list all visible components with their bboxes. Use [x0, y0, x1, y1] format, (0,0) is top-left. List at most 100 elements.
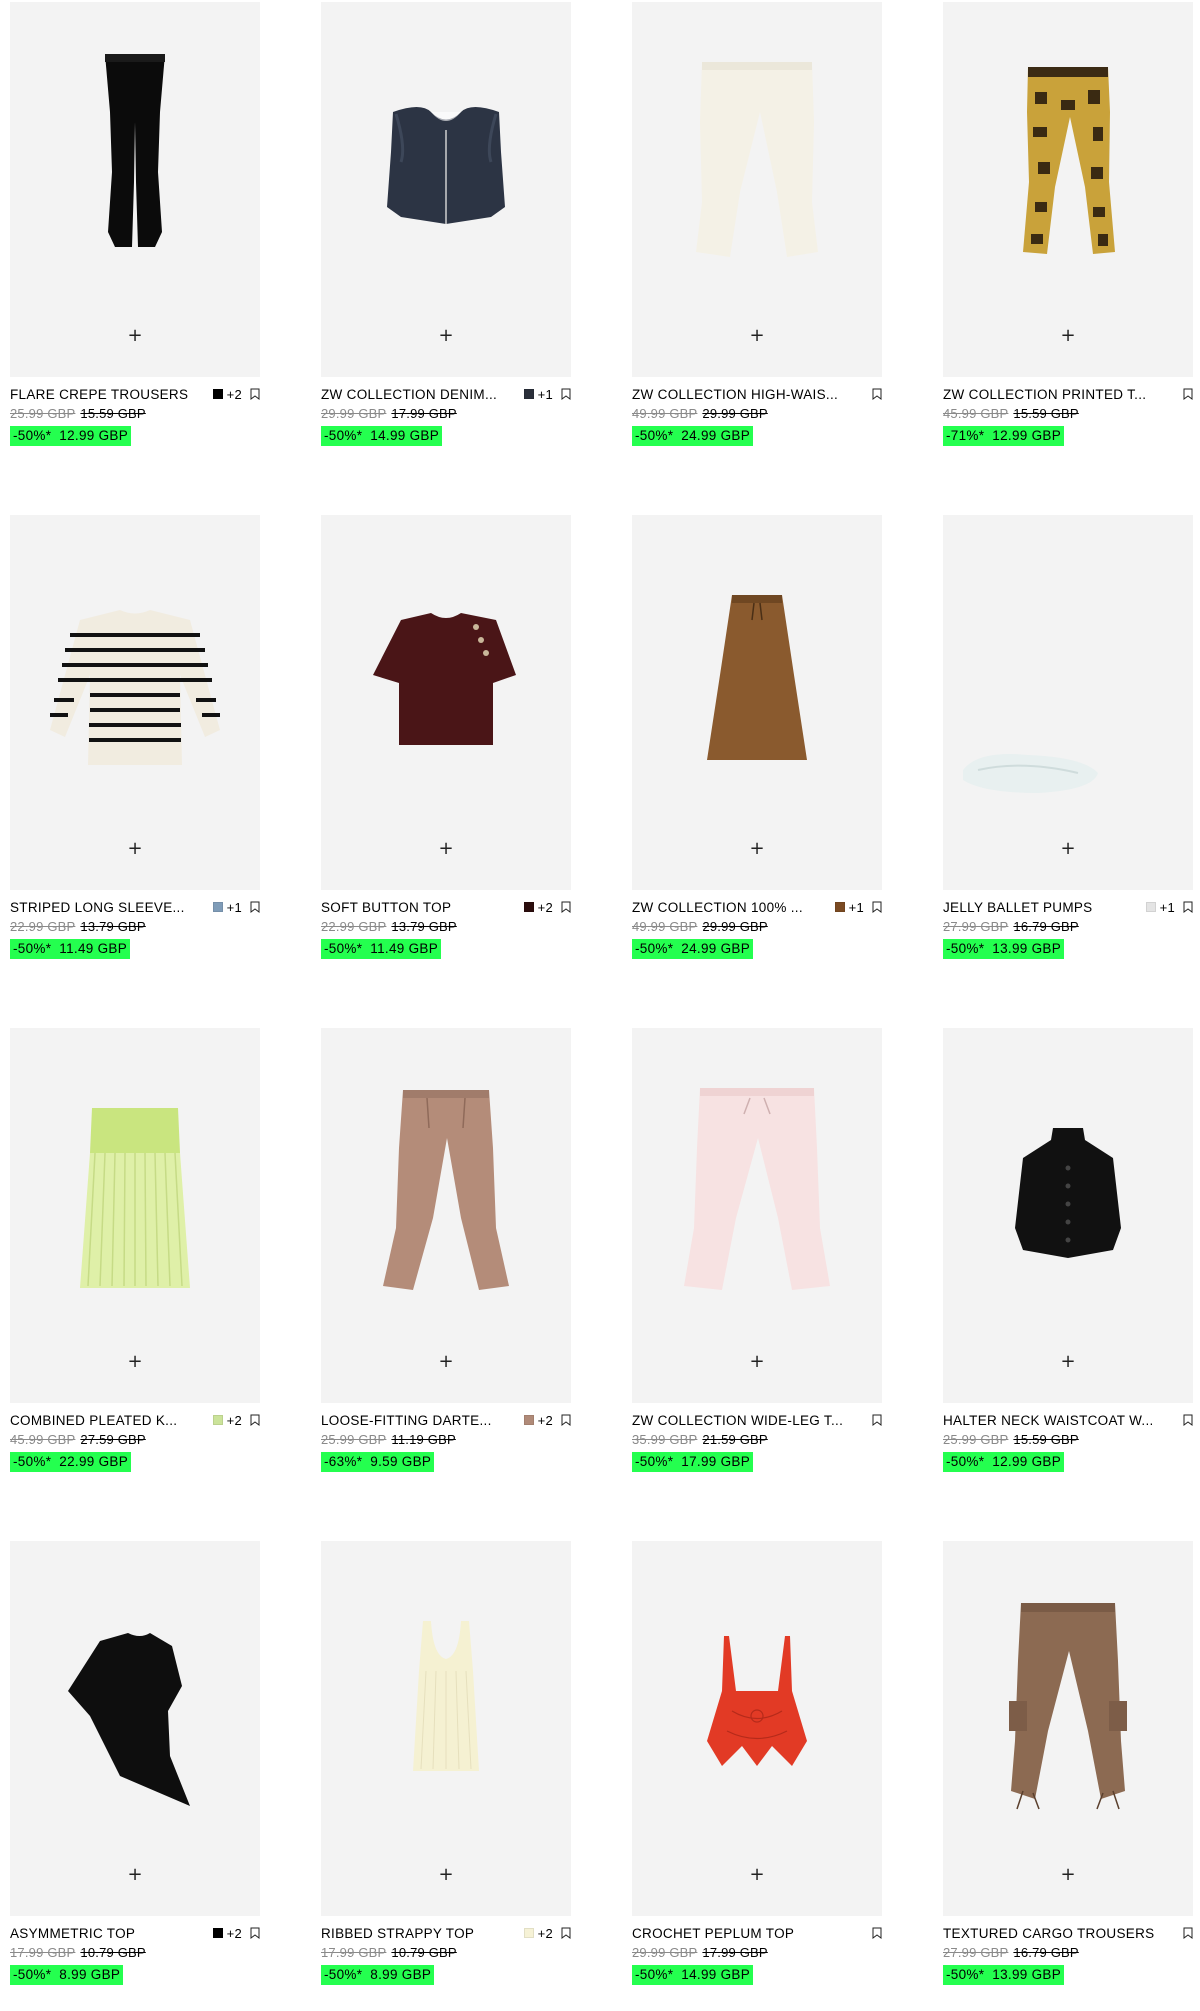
add-to-bag-button[interactable]: + — [434, 1863, 458, 1887]
add-to-bag-button[interactable]: + — [1056, 1863, 1080, 1887]
color-swatches[interactable]: +1 — [523, 387, 553, 402]
bookmark-icon[interactable] — [561, 1927, 571, 1939]
add-to-bag-button[interactable]: + — [745, 324, 769, 348]
bookmark-icon[interactable] — [250, 901, 260, 913]
add-to-bag-button[interactable]: + — [434, 837, 458, 861]
product-title[interactable]: LOOSE-FITTING DARTE... — [321, 1413, 518, 1428]
product-image[interactable]: + — [10, 1028, 260, 1403]
add-to-bag-button[interactable]: + — [1056, 324, 1080, 348]
color-swatches[interactable]: +2 — [212, 1413, 242, 1428]
color-swatches[interactable]: +1 — [212, 900, 242, 915]
product-card[interactable]: + TEXTURED CARGO TROUSERS 27.99 GBP 16.79 G… — [943, 1541, 1193, 2011]
color-swatches[interactable]: +2 — [212, 387, 242, 402]
product-card[interactable]: + SOFT BUTTON TOP +2 22.99 GBP 13.79 GBP -50%… — [321, 515, 571, 985]
bookmark-icon[interactable] — [872, 1927, 882, 1939]
add-to-bag-button[interactable]: + — [123, 324, 147, 348]
add-to-bag-button[interactable]: + — [434, 1350, 458, 1374]
product-card[interactable]: + RIBBED STRAPPY TOP +2 17.99 GBP 10.79 GBP -… — [321, 1541, 571, 2011]
product-card[interactable]: + CROCHET PEPLUM TOP 29.99 GBP 17.99 GBP -50… — [632, 1541, 882, 2011]
color-swatch[interactable] — [212, 902, 223, 912]
color-swatches[interactable]: +1 — [834, 900, 864, 915]
add-to-bag-button[interactable]: + — [123, 1350, 147, 1374]
product-image[interactable]: + — [632, 2, 882, 377]
more-colors-count[interactable]: +1 — [538, 387, 553, 402]
more-colors-count[interactable]: +2 — [227, 1413, 242, 1428]
product-title[interactable]: SOFT BUTTON TOP — [321, 900, 518, 915]
more-colors-count[interactable]: +2 — [538, 1926, 553, 1941]
bookmark-icon[interactable] — [872, 388, 882, 400]
product-card[interactable]: + LOOSE-FITTING DARTE... +2 25.99 GBP 11.19 … — [321, 1028, 571, 1498]
product-card[interactable]: + HALTER NECK WAISTCOAT W... 25.99 GBP 15.5… — [943, 1028, 1193, 1498]
color-swatch[interactable] — [1145, 902, 1156, 912]
product-card[interactable]: + ZW COLLECTION WIDE-LEG T... 35.99 GBP 21.… — [632, 1028, 882, 1498]
product-image[interactable]: + — [943, 1028, 1193, 1403]
product-image[interactable]: + — [10, 1541, 260, 1916]
product-title[interactable]: CROCHET PEPLUM TOP — [632, 1926, 864, 1941]
color-swatches[interactable]: +2 — [523, 1926, 553, 1941]
product-image[interactable]: + — [321, 2, 571, 377]
bookmark-icon[interactable] — [561, 388, 571, 400]
color-swatches[interactable]: +2 — [523, 900, 553, 915]
add-to-bag-button[interactable]: + — [123, 837, 147, 861]
bookmark-icon[interactable] — [1183, 901, 1193, 913]
product-image[interactable]: + — [632, 1028, 882, 1403]
product-image[interactable]: + — [943, 1541, 1193, 1916]
color-swatches[interactable]: +2 — [212, 1926, 242, 1941]
bookmark-icon[interactable] — [250, 1927, 260, 1939]
bookmark-icon[interactable] — [1183, 1414, 1193, 1426]
product-image[interactable]: + — [321, 1541, 571, 1916]
color-swatch[interactable] — [212, 1415, 223, 1425]
product-title[interactable]: ASYMMETRIC TOP — [10, 1926, 207, 1941]
more-colors-count[interactable]: +1 — [1160, 900, 1175, 915]
product-title[interactable]: JELLY BALLET PUMPS — [943, 900, 1140, 915]
product-title[interactable]: HALTER NECK WAISTCOAT W... — [943, 1413, 1175, 1428]
color-swatches[interactable]: +1 — [1145, 900, 1175, 915]
bookmark-icon[interactable] — [561, 1414, 571, 1426]
product-image[interactable]: + — [632, 1541, 882, 1916]
more-colors-count[interactable]: +2 — [538, 1413, 553, 1428]
add-to-bag-button[interactable]: + — [123, 1863, 147, 1887]
color-swatch[interactable] — [523, 1415, 534, 1425]
product-card[interactable]: + JELLY BALLET PUMPS +1 27.99 GBP 16.79 GBP -… — [943, 515, 1193, 985]
color-swatches[interactable]: +2 — [523, 1413, 553, 1428]
product-card[interactable]: + FLARE CREPE TROUSERS +2 25.99 GBP 15.59 GB… — [10, 2, 260, 472]
product-card[interactable]: + ASYMMETRIC TOP +2 17.99 GBP 10.79 GBP -50%*… — [10, 1541, 260, 2011]
add-to-bag-button[interactable]: + — [1056, 1350, 1080, 1374]
color-swatch[interactable] — [212, 1928, 223, 1938]
bookmark-icon[interactable] — [1183, 1927, 1193, 1939]
product-image[interactable]: + — [632, 515, 882, 890]
bookmark-icon[interactable] — [1183, 388, 1193, 400]
bookmark-icon[interactable] — [250, 388, 260, 400]
product-title[interactable]: ZW COLLECTION HIGH-WAIS... — [632, 387, 864, 402]
product-title[interactable]: TEXTURED CARGO TROUSERS — [943, 1926, 1175, 1941]
add-to-bag-button[interactable]: + — [745, 837, 769, 861]
product-card[interactable]: + ZW COLLECTION DENIM... +1 29.99 GBP 17.99 … — [321, 2, 571, 472]
product-card[interactable]: + COMBINED PLEATED K... +2 45.99 GBP 27.59 G… — [10, 1028, 260, 1498]
add-to-bag-button[interactable]: + — [1056, 837, 1080, 861]
bookmark-icon[interactable] — [872, 1414, 882, 1426]
product-image[interactable]: + — [321, 515, 571, 890]
product-image[interactable]: + — [10, 2, 260, 377]
product-title[interactable]: COMBINED PLEATED K... — [10, 1413, 207, 1428]
product-card[interactable]: + ZW COLLECTION 100% ... +1 49.99 GBP 29.99 … — [632, 515, 882, 985]
color-swatch[interactable] — [212, 389, 223, 399]
product-title[interactable]: FLARE CREPE TROUSERS — [10, 387, 207, 402]
product-title[interactable]: ZW COLLECTION WIDE-LEG T... — [632, 1413, 864, 1428]
product-title[interactable]: STRIPED LONG SLEEVE... — [10, 900, 207, 915]
product-image[interactable]: + — [943, 515, 1193, 890]
bookmark-icon[interactable] — [872, 901, 882, 913]
color-swatch[interactable] — [523, 389, 534, 399]
more-colors-count[interactable]: +2 — [227, 1926, 242, 1941]
add-to-bag-button[interactable]: + — [745, 1350, 769, 1374]
product-title[interactable]: ZW COLLECTION 100% ... — [632, 900, 829, 915]
more-colors-count[interactable]: +2 — [227, 387, 242, 402]
product-title[interactable]: RIBBED STRAPPY TOP — [321, 1926, 518, 1941]
add-to-bag-button[interactable]: + — [745, 1863, 769, 1887]
color-swatch[interactable] — [834, 902, 845, 912]
product-image[interactable]: + — [321, 1028, 571, 1403]
product-card[interactable]: + ZW COLLECTION HIGH-WAIS... 49.99 GBP 29.9… — [632, 2, 882, 472]
color-swatch[interactable] — [523, 902, 534, 912]
product-card[interactable]: + STRIPED LONG SLEEVE... +1 22.99 GBP 13.79 … — [10, 515, 260, 985]
product-card[interactable]: + ZW COLLECTION PRINTED T... 45.99 GBP 15.5… — [943, 2, 1193, 472]
bookmark-icon[interactable] — [561, 901, 571, 913]
